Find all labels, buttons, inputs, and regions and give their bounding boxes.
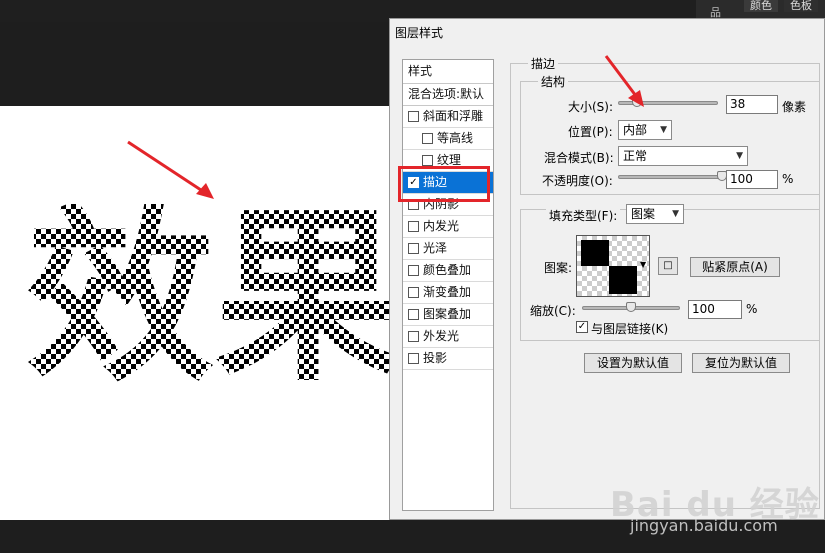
set-default-button[interactable]: 设置为默认值 [584,353,682,373]
style-item-label: 光泽 [423,241,448,255]
opacity-label: 不透明度(O): [542,174,613,188]
scale-unit: % [746,302,758,316]
style-item-checkbox[interactable] [422,133,433,144]
style-item-label: 斜面和浮雕 [423,109,484,123]
style-item-checkbox[interactable] [422,155,433,166]
scale-input[interactable]: 100 [688,300,742,319]
position-select[interactable]: 内部 ▼ [618,120,672,140]
style-item-checkbox[interactable] [408,331,419,342]
pattern-dropdown-arrow-icon[interactable]: ▼ [640,260,646,269]
style-item-label: 渐变叠加 [423,285,472,299]
pattern-swatch-block [581,240,609,266]
blend-mode-select-value: 正常 [623,149,648,163]
style-item-checkbox[interactable] [408,353,419,364]
style-item[interactable]: 光泽 [403,238,493,260]
annotation-arrow-canvas [127,140,214,199]
pattern-swatch-block [609,266,637,294]
size-unit: 像素 [782,100,807,114]
style-item[interactable]: 外发光 [403,326,493,348]
opacity-slider[interactable] [618,175,722,179]
style-list-blend-options[interactable]: 混合选项:默认 [403,84,493,106]
tab-color[interactable]: 颜色 [744,0,778,12]
stroke-group-title: 描边 [528,55,559,72]
style-item-label: 外发光 [423,329,460,343]
chevron-down-icon: ▼ [672,209,679,219]
style-item-label: 图案叠加 [423,307,472,321]
fill-type-select-value: 图案 [631,207,656,221]
style-item-checkbox[interactable] [408,243,419,254]
style-list: 样式 混合选项:默认 斜面和浮雕 等高线 纹理 ✓ 描边 内阴影 内发光 光泽 颜色叠加 渐变叠加… [402,59,494,511]
blend-mode-label: 混合模式(B): [544,151,614,165]
tab-swatches[interactable]: 色板 [784,0,818,12]
snap-origin-button[interactable]: 贴紧原点(A) [690,257,780,277]
style-item-label: 内发光 [423,219,460,233]
opacity-unit: % [782,172,794,186]
style-item-label: 等高线 [437,131,474,145]
style-list-header[interactable]: 样式 [403,60,493,84]
structure-group-title: 结构 [538,73,569,90]
chevron-down-icon: ▼ [660,125,667,135]
highlight-box-stroke [398,166,490,202]
pattern-swatch[interactable] [576,235,650,297]
dialog-title: 图层样式 [395,26,444,40]
style-item[interactable]: 颜色叠加 [403,260,493,282]
pattern-label: 图案: [544,261,573,275]
chevron-down-icon: ▼ [736,151,743,161]
style-item[interactable]: 斜面和浮雕 [403,106,493,128]
style-item-checkbox[interactable] [408,287,419,298]
position-label: 位置(P): [568,125,613,139]
style-item-checkbox[interactable] [408,221,419,232]
scale-slider-thumb[interactable] [626,302,636,312]
new-preset-button[interactable]: □ [658,257,678,275]
baidu-watermark-url: jingyan.baidu.com [630,516,778,535]
style-item[interactable]: 投影 [403,348,493,370]
style-item-label: 颜色叠加 [423,263,472,277]
fill-type-label: 填充类型(F): [546,207,621,224]
style-item-checkbox[interactable] [408,265,419,276]
blend-mode-select[interactable]: 正常 ▼ [618,146,748,166]
link-with-layer-label: 与图层链接(K) [591,322,669,336]
style-item[interactable]: 内发光 [403,216,493,238]
style-item[interactable]: 等高线 [403,128,493,150]
link-with-layer-checkbox[interactable]: ✓ [576,321,588,333]
style-item-checkbox[interactable] [408,309,419,320]
size-input[interactable]: 38 [726,95,778,114]
annotation-arrow-size [604,55,644,107]
canvas-glyph-1: 效 [26,188,214,407]
style-item-checkbox[interactable] [408,111,419,122]
position-select-value: 内部 [623,123,648,137]
style-item[interactable]: 渐变叠加 [403,282,493,304]
fill-type-select[interactable]: 图案 ▼ [626,204,684,224]
style-item[interactable]: 图案叠加 [403,304,493,326]
style-item-label: 投影 [423,351,448,365]
reset-default-button[interactable]: 复位为默认值 [692,353,790,373]
scale-label: 缩放(C): [530,304,576,318]
opacity-input[interactable]: 100 [726,170,778,189]
canvas-glyph-2: 果 [214,204,392,392]
